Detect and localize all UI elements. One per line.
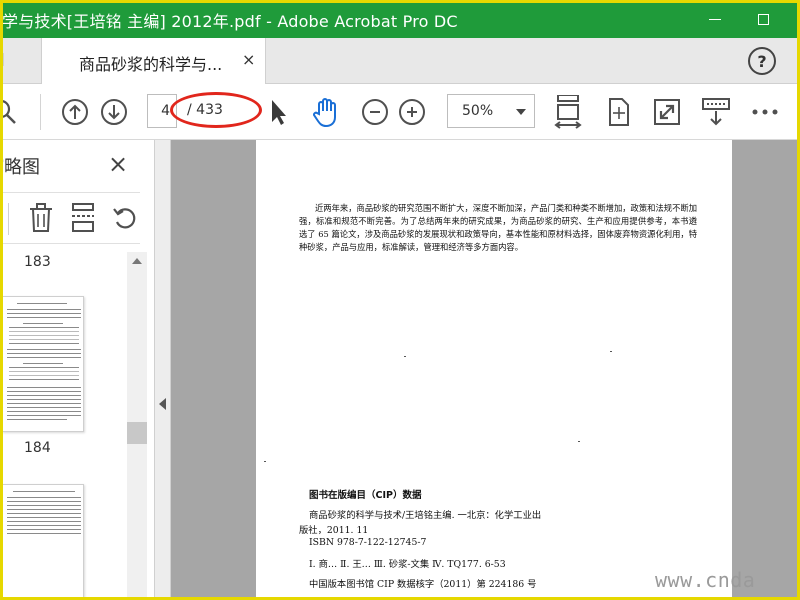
- tab-document[interactable]: 商品砂浆的科学与... ×: [42, 38, 266, 84]
- arrow-up-icon: [62, 99, 88, 125]
- search-button[interactable]: [0, 96, 22, 128]
- maximize-icon: [757, 13, 769, 25]
- rotate-view-button[interactable]: [603, 96, 633, 128]
- tab-close-icon[interactable]: ×: [242, 50, 255, 69]
- fullscreen-icon: [654, 99, 680, 125]
- panel-scrollbar[interactable]: [127, 252, 147, 600]
- chevron-down-icon: [516, 109, 526, 115]
- cip-heading: 图书在版编目（CIP）数据: [309, 490, 422, 501]
- fit-page-button[interactable]: [553, 95, 583, 129]
- help-button[interactable]: ?: [748, 47, 776, 75]
- tab-document-label: 商品砂浆的科学与...: [79, 55, 223, 74]
- zoom-select[interactable]: 50%: [447, 94, 535, 128]
- read-mode-icon: [702, 98, 730, 126]
- thumbnail-page-184[interactable]: [2, 296, 84, 432]
- scan-speck: [404, 356, 406, 357]
- thumbnail-label: 184: [24, 440, 51, 456]
- fit-page-icon: [554, 95, 582, 129]
- zoom-value: 50%: [462, 103, 494, 119]
- undo-icon: [113, 208, 136, 229]
- zoom-in-icon: [399, 99, 425, 125]
- trash-icon: [30, 203, 52, 232]
- arrow-down-icon: [101, 99, 127, 125]
- scan-speck: [264, 461, 266, 462]
- fullscreen-button[interactable]: [652, 96, 682, 128]
- cip-line: ISBN 978-7-122-12745-7: [309, 537, 427, 548]
- maximize-button[interactable]: [740, 0, 786, 38]
- minimize-button[interactable]: [692, 0, 738, 38]
- cip-line: Ⅰ. 商… Ⅱ. 王… Ⅲ. 砂浆-文集 Ⅳ. TQ177. 6-53: [309, 559, 506, 570]
- zoom-out-icon: [362, 99, 388, 125]
- toolbar-separator: [40, 94, 41, 130]
- panel-title: 缩略图: [0, 157, 40, 178]
- minimize-icon: [709, 18, 721, 20]
- hand-tool-button[interactable]: [309, 96, 343, 128]
- intro-paragraph: 近两年来，商品砂浆的研究范围不断扩大，深度不断加深，产品门类和种类不断增加，政策…: [299, 203, 697, 252]
- select-cursor-icon: [272, 100, 286, 125]
- annotation-ellipse: [170, 92, 262, 128]
- help-icon: ?: [757, 51, 767, 71]
- undo-button[interactable]: [112, 205, 138, 231]
- delete-pages-button[interactable]: [28, 203, 54, 233]
- zoom-out-button[interactable]: [360, 96, 390, 128]
- read-mode-button[interactable]: [700, 96, 732, 128]
- hand-icon: [313, 98, 336, 128]
- panel-close-icon[interactable]: ×: [108, 150, 128, 178]
- zoom-in-button[interactable]: [397, 96, 427, 128]
- panel-collapse-strip[interactable]: [155, 140, 171, 600]
- watermark-text: www.cnda: [655, 568, 756, 592]
- panel-separator: [8, 203, 9, 235]
- window-title: 学与技术[王培铭 主编] 2012年.pdf - Adobe Acrobat P…: [2, 12, 458, 31]
- rotate-view-icon: [609, 98, 629, 126]
- thumbnails-panel: 缩略图 × 183: [0, 140, 155, 600]
- tab-home-partial[interactable]: l: [0, 38, 42, 84]
- panel-toolbar: [0, 192, 140, 244]
- previous-page-button[interactable]: [60, 96, 90, 128]
- cip-line: 中国版本图书馆 CIP 数据核字（2011）第 224186 号: [309, 579, 537, 590]
- tab-bar: l 商品砂浆的科学与... × ?: [0, 38, 800, 84]
- tab-home-label: l: [0, 51, 5, 71]
- more-icon: [752, 109, 778, 115]
- extract-pages-icon: [72, 203, 94, 232]
- title-bar: 学与技术[王培铭 主编] 2012年.pdf - Adobe Acrobat P…: [0, 0, 800, 38]
- thumbnail-page-185[interactable]: [2, 484, 84, 600]
- scrollbar-thumb[interactable]: [127, 422, 147, 444]
- more-tools-button[interactable]: [752, 96, 778, 128]
- thumbnail-label: 183: [24, 254, 51, 270]
- scan-speck: [610, 351, 612, 352]
- cip-line: 商品砂浆的科学与技术/王培铭主编. 一北京：化学工业出: [309, 510, 542, 521]
- scroll-up-icon[interactable]: [132, 258, 142, 264]
- next-page-button[interactable]: [99, 96, 129, 128]
- scan-speck: [578, 441, 580, 442]
- toolbar: [0, 84, 800, 140]
- extract-pages-button[interactable]: [70, 203, 96, 233]
- search-icon: [0, 99, 16, 124]
- cip-line: 版社，2011. 11: [299, 525, 369, 536]
- collapse-panel-icon[interactable]: [159, 398, 166, 410]
- select-tool-button[interactable]: [264, 96, 292, 128]
